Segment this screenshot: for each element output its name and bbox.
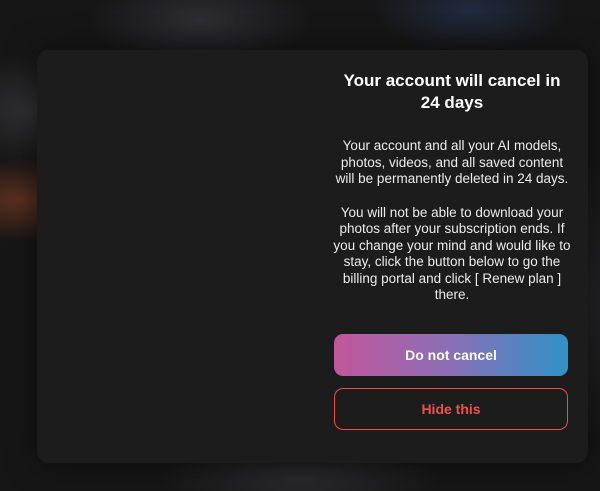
modal-title: Your account will cancel in 24 days <box>343 71 561 112</box>
modal-content: Your account will cancel in 24 days Your… <box>333 70 571 304</box>
deletion-warning-text: Your account and all your AI models, pho… <box>335 138 569 186</box>
do-not-cancel-button[interactable]: Do not cancel <box>334 334 568 376</box>
renew-instructions-text: You will not be able to download your ph… <box>333 204 571 303</box>
cancellation-modal: Your account will cancel in 24 days Your… <box>37 50 588 463</box>
hide-this-button[interactable]: Hide this <box>334 388 568 430</box>
